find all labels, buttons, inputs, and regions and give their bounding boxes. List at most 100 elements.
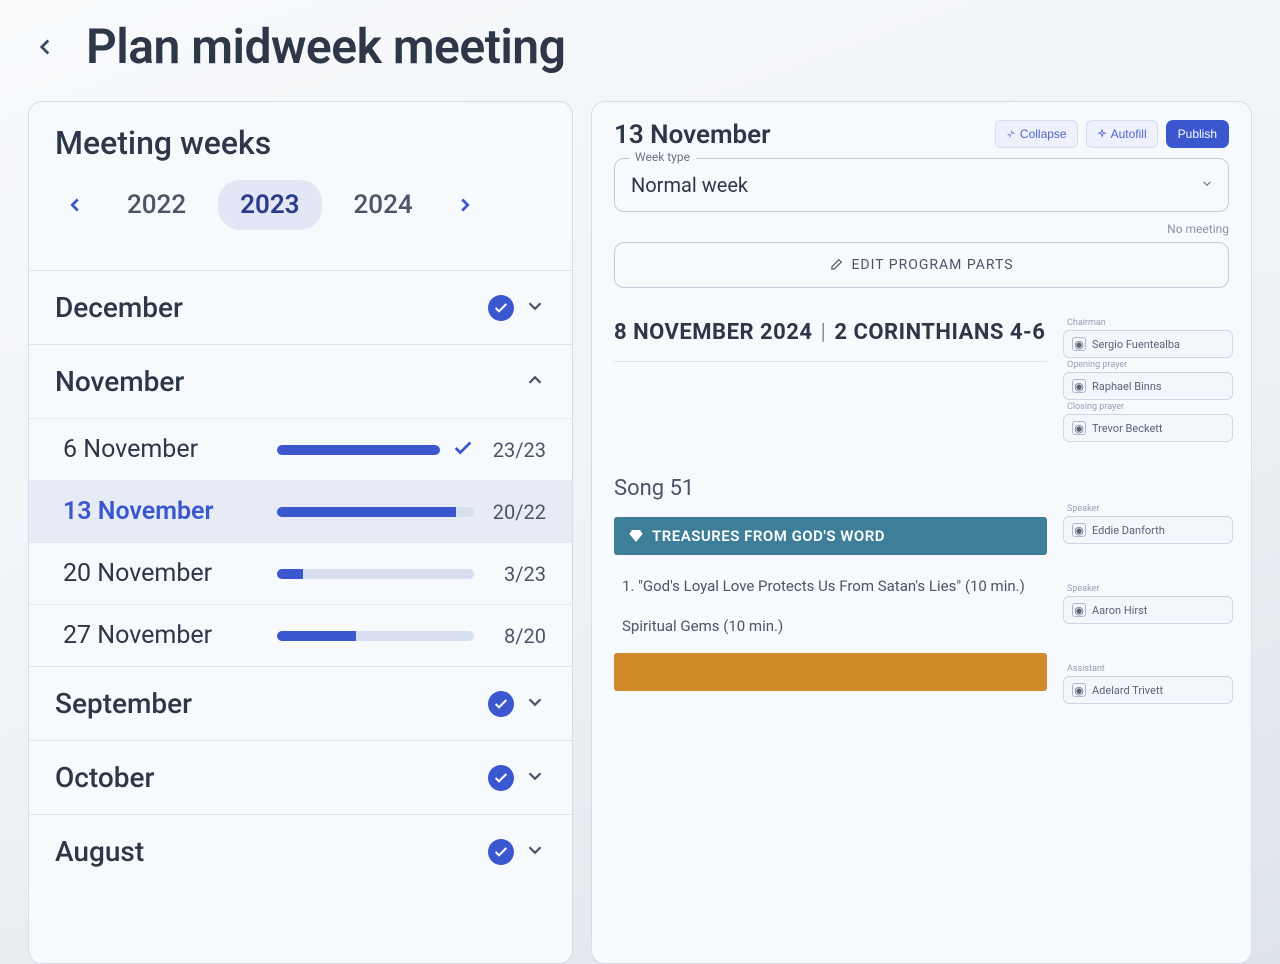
collapse-button[interactable]: Collapse bbox=[995, 120, 1078, 148]
progress-ratio: 3/23 bbox=[486, 562, 546, 586]
week-type-select[interactable]: Week type Normal week bbox=[614, 158, 1229, 212]
week-row[interactable]: 27 November 8/20 bbox=[29, 604, 572, 666]
app-root: Plan midweek meeting Meeting weeks 2022 … bbox=[0, 0, 1280, 964]
person-icon: ◉ bbox=[1072, 683, 1086, 697]
progress-bar bbox=[277, 569, 474, 579]
week-row[interactable]: 20 November 3/23 bbox=[29, 542, 572, 604]
gem-icon bbox=[628, 528, 644, 544]
check-circle-icon bbox=[488, 839, 514, 865]
week-type-label: Week type bbox=[629, 150, 696, 164]
assignment-name: Sergio Fuentealba bbox=[1092, 338, 1180, 351]
assignment-label: Speaker bbox=[1067, 504, 1099, 514]
edit-program-parts-button[interactable]: EDIT PROGRAM PARTS bbox=[614, 242, 1229, 288]
chevron-up-icon bbox=[524, 369, 546, 395]
assignment-chip-chairman[interactable]: ◉ Sergio Fuentealba bbox=[1063, 330, 1233, 358]
assignment-name: Raphael Binns bbox=[1092, 380, 1162, 393]
page-title: Plan midweek meeting bbox=[86, 18, 565, 75]
progress-ratio: 20/22 bbox=[486, 500, 546, 524]
chevron-right-icon bbox=[454, 194, 476, 216]
week-type-value: Normal week bbox=[631, 173, 748, 197]
check-circle-icon bbox=[488, 295, 514, 321]
months-list: December November bbox=[29, 270, 572, 888]
month-label: September bbox=[55, 687, 192, 720]
panels: Meeting weeks 2022 2023 2024 December bbox=[28, 101, 1252, 964]
month-row-august[interactable]: August bbox=[29, 814, 572, 888]
assignment-label: Assistant bbox=[1067, 664, 1105, 674]
song-line: Song 51 bbox=[614, 450, 1047, 507]
month-label: December bbox=[55, 291, 183, 324]
check-circle-icon bbox=[488, 765, 514, 791]
detail-date: 13 November bbox=[614, 120, 771, 150]
detail-actions: Collapse Autofill Publish bbox=[995, 120, 1229, 148]
person-icon: ◉ bbox=[1072, 379, 1086, 393]
assignment-name: Eddie Danforth bbox=[1092, 524, 1165, 537]
assignment-name: Adelard Trivett bbox=[1092, 684, 1163, 697]
autofill-label: Autofill bbox=[1111, 127, 1147, 141]
year-next-button[interactable] bbox=[445, 185, 485, 225]
check-circle-icon bbox=[488, 691, 514, 717]
year-tab-2022[interactable]: 2022 bbox=[105, 180, 208, 230]
assignment-chip-part3[interactable]: ◉ Adelard Trivett bbox=[1063, 676, 1233, 704]
person-icon: ◉ bbox=[1072, 421, 1086, 435]
progress-bar bbox=[277, 631, 474, 641]
chevron-down-icon bbox=[524, 839, 546, 865]
assignment-name: Trevor Beckett bbox=[1092, 422, 1162, 435]
year-tab-2024[interactable]: 2024 bbox=[332, 180, 435, 230]
week-detail-panel: 13 November Collapse Autofill Publish We… bbox=[591, 101, 1252, 964]
meeting-weeks-title: Meeting weeks bbox=[55, 124, 546, 162]
year-tab-2023[interactable]: 2023 bbox=[218, 180, 321, 230]
assignment-chip-closing-prayer[interactable]: ◉ Trevor Beckett bbox=[1063, 414, 1233, 442]
assignment-label: Opening prayer bbox=[1067, 360, 1127, 370]
progress-ratio: 8/20 bbox=[486, 624, 546, 648]
back-button[interactable] bbox=[28, 30, 62, 64]
assignment-chip-opening-prayer[interactable]: ◉ Raphael Binns bbox=[1063, 372, 1233, 400]
assignment-label: Closing prayer bbox=[1067, 402, 1124, 412]
assignment-label: Chairman bbox=[1067, 318, 1106, 328]
month-row-october[interactable]: October bbox=[29, 740, 572, 814]
week-label: 13 November bbox=[63, 497, 263, 526]
schedule-area: 8 NOVEMBER 2024|2 CORINTHIANS 4-6 Chairm… bbox=[592, 292, 1251, 704]
collapse-label: Collapse bbox=[1020, 127, 1067, 141]
section-banner-ministry bbox=[614, 653, 1047, 691]
person-icon: ◉ bbox=[1072, 603, 1086, 617]
week-list-november: 6 November 23/23 13 November 20/22 bbox=[29, 418, 572, 666]
publish-button[interactable]: Publish bbox=[1166, 120, 1229, 148]
autofill-button[interactable]: Autofill bbox=[1086, 120, 1158, 148]
week-row[interactable]: 6 November 23/23 bbox=[29, 418, 572, 480]
month-label: October bbox=[55, 761, 154, 794]
assignment-name: Aaron Hirst bbox=[1092, 604, 1147, 617]
month-row-september[interactable]: September bbox=[29, 666, 572, 740]
progress-bar bbox=[277, 445, 440, 455]
section-banner-treasures: TREASURES FROM GOD'S WORD bbox=[614, 517, 1047, 555]
schedule-header: 8 NOVEMBER 2024|2 CORINTHIANS 4-6 bbox=[614, 320, 1047, 362]
header-row: Plan midweek meeting bbox=[28, 18, 1252, 75]
week-row[interactable]: 13 November 20/22 bbox=[29, 480, 572, 542]
meeting-weeks-panel: Meeting weeks 2022 2023 2024 December bbox=[28, 101, 573, 964]
person-icon: ◉ bbox=[1072, 337, 1086, 351]
month-row-december[interactable]: December bbox=[29, 270, 572, 344]
progress-ratio: 23/23 bbox=[486, 438, 546, 462]
year-tabs: 2022 2023 2024 bbox=[55, 180, 546, 230]
program-part-2: Spiritual Gems (10 min.) bbox=[614, 595, 1047, 635]
year-prev-button[interactable] bbox=[55, 185, 95, 225]
chevron-left-icon bbox=[32, 34, 58, 60]
chevron-left-icon bbox=[64, 194, 86, 216]
check-icon bbox=[452, 437, 474, 463]
chevron-down-icon bbox=[1200, 176, 1214, 195]
chevron-down-icon bbox=[524, 691, 546, 717]
collapse-icon bbox=[1006, 129, 1016, 139]
assignment-chip-part2[interactable]: ◉ Aaron Hirst bbox=[1063, 596, 1233, 624]
chevron-down-icon bbox=[524, 295, 546, 321]
autofill-icon bbox=[1097, 129, 1107, 139]
progress-bar bbox=[277, 507, 474, 517]
week-label: 20 November bbox=[63, 559, 263, 588]
month-label: August bbox=[55, 835, 144, 868]
month-label: November bbox=[55, 365, 184, 398]
program-part-1: 1. "God's Loyal Love Protects Us From Sa… bbox=[614, 555, 1047, 595]
month-row-november[interactable]: November bbox=[29, 344, 572, 418]
week-label: 27 November bbox=[63, 621, 263, 650]
assignment-chip-part1[interactable]: ◉ Eddie Danforth bbox=[1063, 516, 1233, 544]
pencil-icon bbox=[829, 258, 843, 272]
no-meeting-label: No meeting bbox=[592, 222, 1251, 236]
edit-program-parts-label: EDIT PROGRAM PARTS bbox=[851, 257, 1013, 273]
